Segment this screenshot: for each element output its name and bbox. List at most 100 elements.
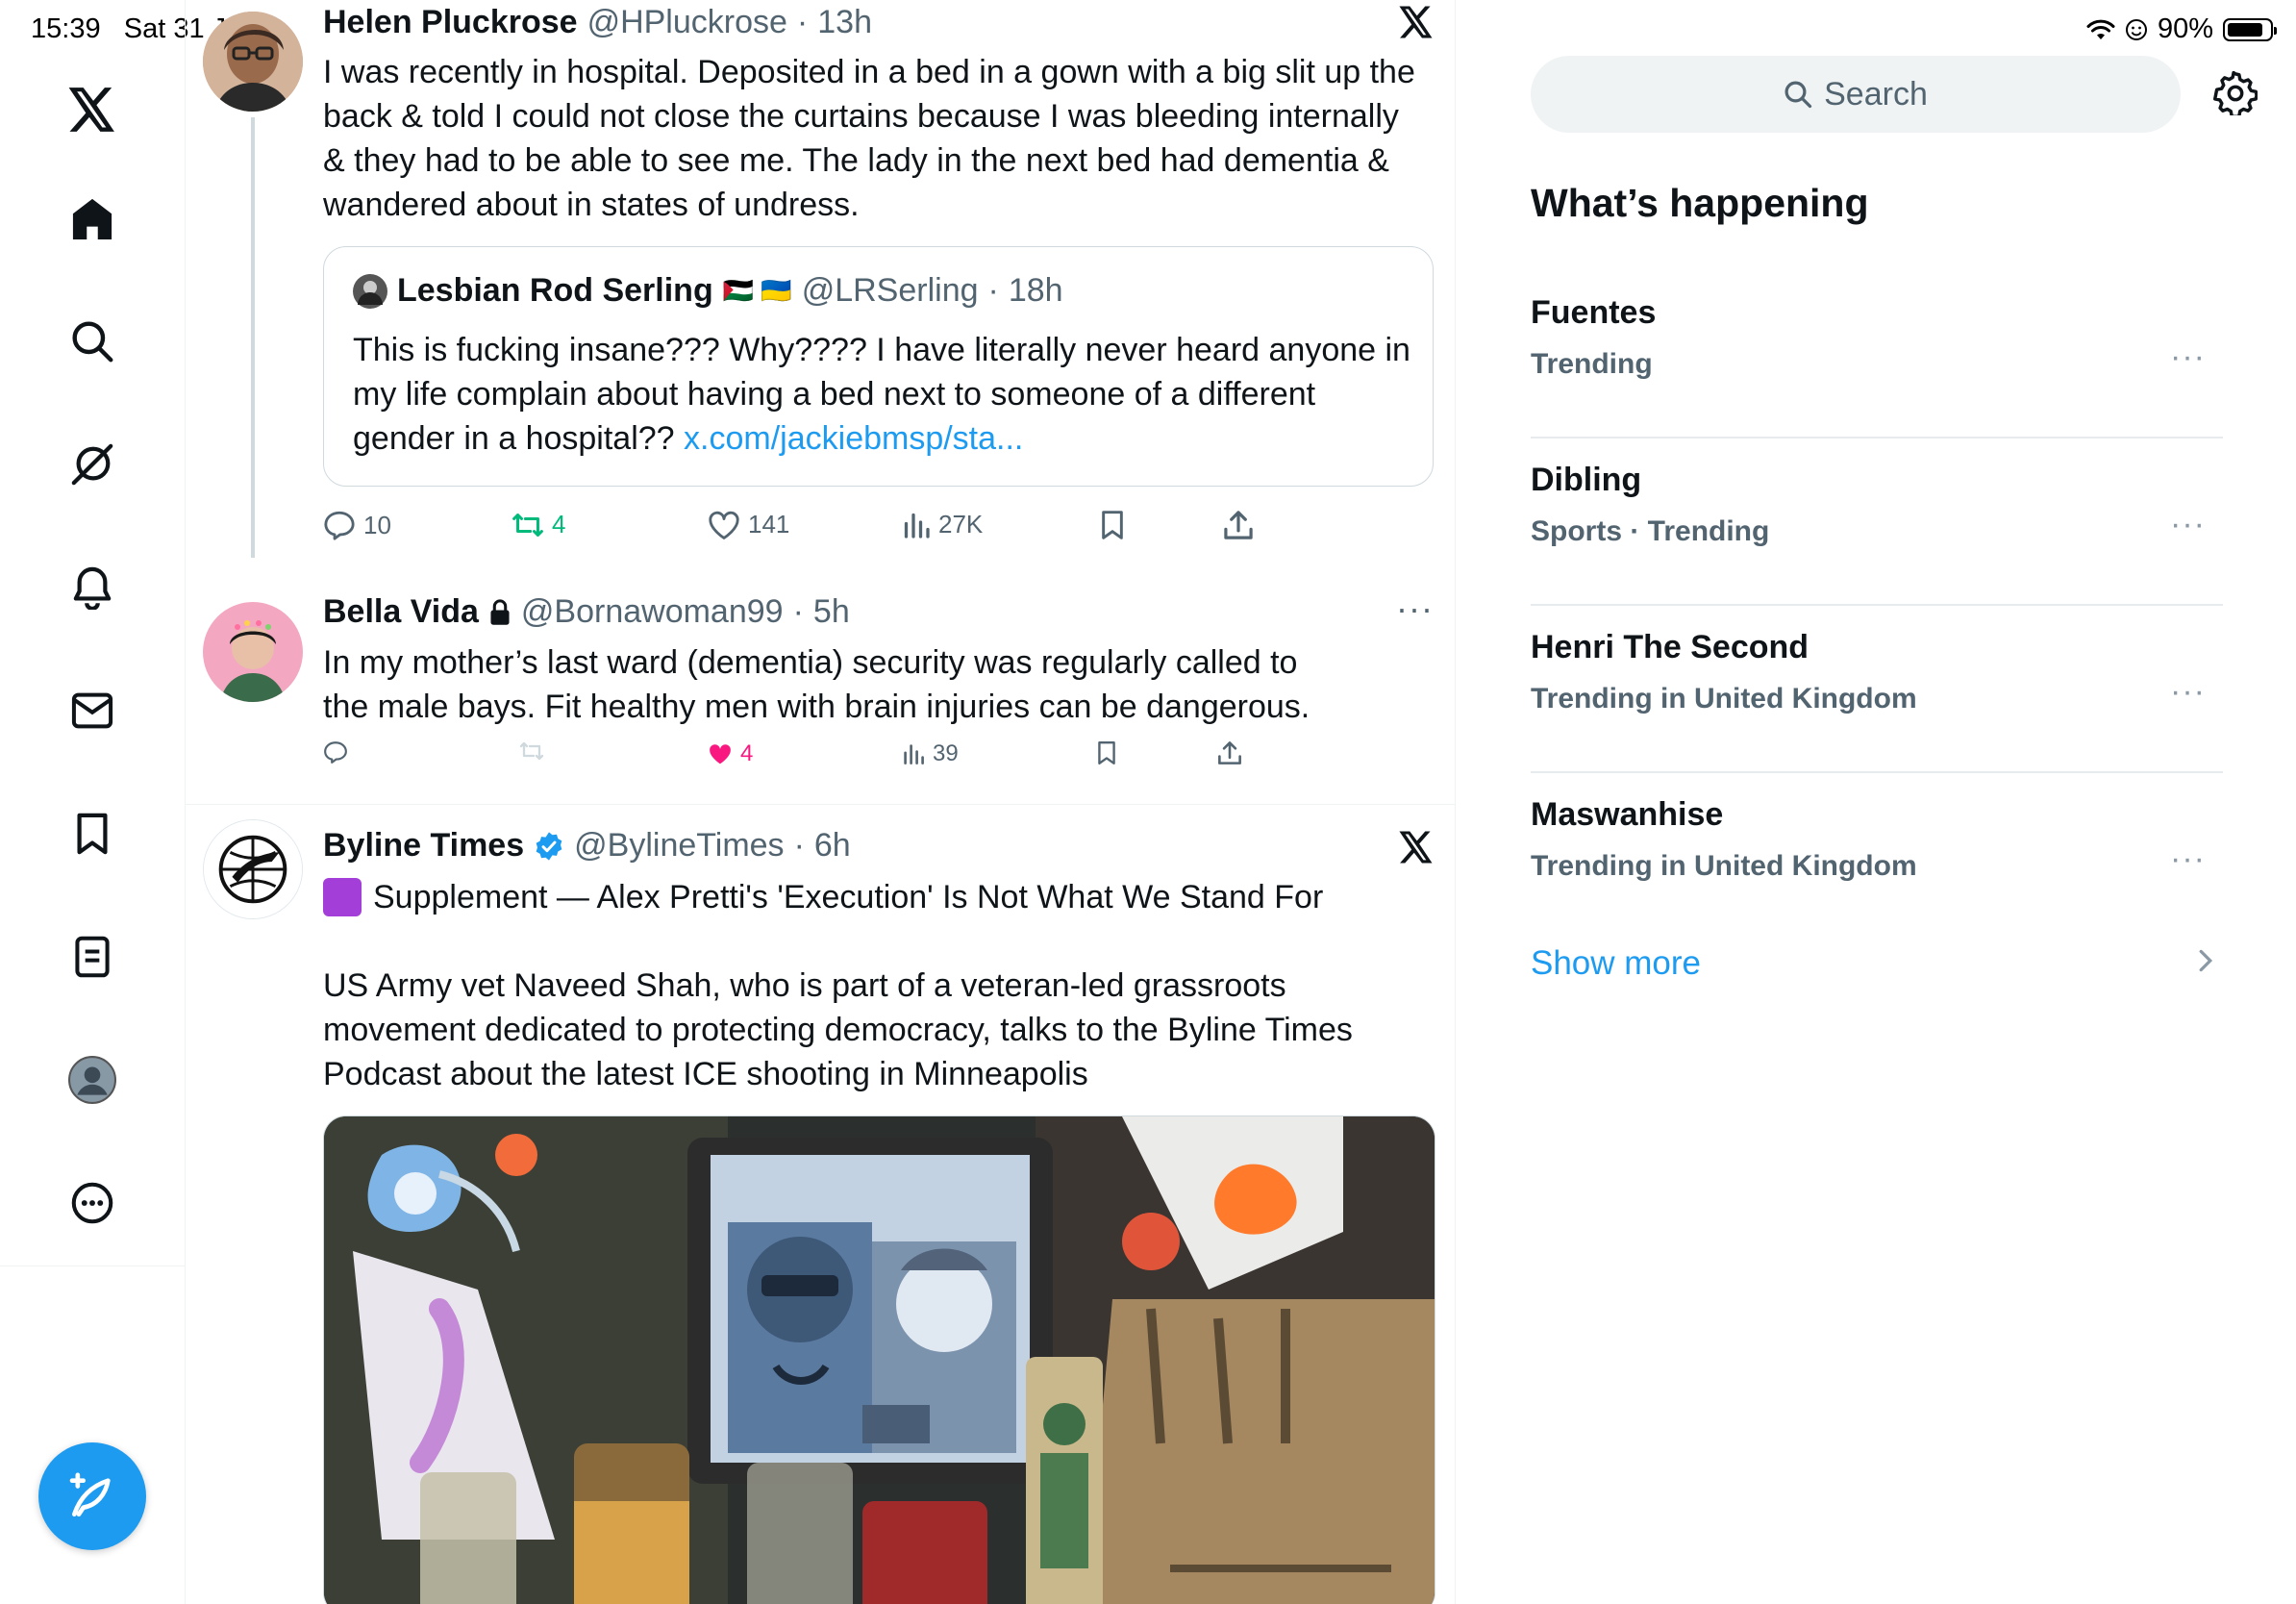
verified-badge-icon xyxy=(534,831,564,862)
trend-more-icon[interactable]: ··· xyxy=(2170,338,2206,376)
share-button[interactable] xyxy=(1223,510,1254,540)
x-logo-icon[interactable] xyxy=(1399,831,1434,864)
repost-button[interactable] xyxy=(519,740,544,762)
tweet-actions: 4 39 xyxy=(323,740,1285,779)
trend-meta: Trending in United Kingdom xyxy=(1531,850,1917,882)
bookmark-icon xyxy=(1096,740,1117,765)
trend-meta: Trending xyxy=(1531,348,1653,380)
battery-fill xyxy=(2228,22,2262,37)
search-bar[interactable]: Search xyxy=(1531,56,2181,133)
trend-item[interactable]: Dibling Sports · Trending ··· xyxy=(1531,439,2223,606)
separator-dot: · xyxy=(792,593,804,630)
x-logo-icon[interactable] xyxy=(1399,6,1434,38)
tweet-more-icon[interactable]: ··· xyxy=(1396,589,1434,629)
tweet-time[interactable]: 13h xyxy=(817,4,872,41)
author-name[interactable]: Helen Pluckrose xyxy=(323,4,578,41)
explore-search-icon[interactable] xyxy=(63,313,121,370)
views-bar-chart-icon xyxy=(902,742,925,765)
trend-meta: Trending in United Kingdom xyxy=(1531,683,1917,714)
share-button[interactable] xyxy=(1217,740,1242,765)
separator-dot: · xyxy=(796,4,809,40)
like-button[interactable]: 4 xyxy=(708,740,753,767)
battery-percent: 90% xyxy=(2157,13,2213,44)
tweet-time[interactable]: 6h xyxy=(814,827,851,865)
tweet-byline-times[interactable]: Byline Times @BylineTimes · 6h Supplemen… xyxy=(186,806,1455,1604)
chevron-right-icon[interactable] xyxy=(2198,948,2213,973)
repost-icon xyxy=(519,740,544,762)
messages-envelope-icon[interactable] xyxy=(63,682,121,739)
tweet-time[interactable]: 5h xyxy=(813,593,850,631)
timeline-feed[interactable]: Helen Pluckrose @HPluckrose · 13h I was … xyxy=(186,0,1456,1604)
views-button[interactable]: 39 xyxy=(902,740,959,767)
trend-more-icon[interactable]: ··· xyxy=(2170,506,2206,543)
trend-name: Fuentes xyxy=(1531,294,1657,331)
avatar-byline-times[interactable] xyxy=(203,819,303,919)
like-count: 141 xyxy=(748,510,790,539)
bookmarks-icon[interactable] xyxy=(63,805,121,863)
views-count: 39 xyxy=(933,740,959,766)
author-name[interactable]: Bella Vida xyxy=(323,593,479,631)
author-name[interactable]: Byline Times xyxy=(323,827,524,865)
like-button[interactable]: 141 xyxy=(708,510,789,539)
repost-button[interactable]: 4 xyxy=(512,510,565,539)
separator-dot: · xyxy=(793,827,805,864)
trend-more-icon[interactable]: ··· xyxy=(2170,840,2206,878)
tweet-text-headline: Supplement — Alex Pretti's 'Execution' I… xyxy=(373,879,1324,915)
quote-author-name[interactable]: Lesbian Rod Serling xyxy=(397,272,713,310)
bookmark-button[interactable] xyxy=(1096,740,1117,765)
tweet-actions: 10 4 141 27K xyxy=(323,510,1285,548)
author-handle[interactable]: @HPluckrose xyxy=(587,4,787,41)
author-handle[interactable]: @Bornawoman99 xyxy=(521,593,784,631)
trend-more-icon[interactable]: ··· xyxy=(2170,673,2206,711)
search-icon xyxy=(1784,80,1812,109)
compose-post-button[interactable] xyxy=(38,1442,146,1550)
trend-item[interactable]: Fuentes Trending ··· xyxy=(1531,271,2223,439)
home-icon[interactable] xyxy=(63,189,121,247)
tweet-header: Helen Pluckrose @HPluckrose · 13h xyxy=(323,4,872,41)
quote-time: 18h xyxy=(1008,272,1063,309)
reply-button[interactable]: 10 xyxy=(323,510,391,540)
reply-icon xyxy=(323,740,348,764)
quote-author-handle[interactable]: @LRSerling xyxy=(802,272,979,310)
quote-link[interactable]: x.com/jackiebmsp/sta... xyxy=(684,420,1023,457)
views-bar-chart-icon xyxy=(902,511,931,539)
quoted-tweet[interactable]: Lesbian Rod Serling 🇵🇸 🇺🇦 @LRSerling · 1… xyxy=(323,246,1434,487)
quote-avatar[interactable] xyxy=(353,273,387,309)
heart-filled-icon xyxy=(708,742,733,765)
reply-button[interactable] xyxy=(323,740,348,764)
lock-icon xyxy=(488,598,512,626)
status-indicators: 90% xyxy=(2086,13,2277,45)
avatar-bella[interactable] xyxy=(203,602,303,702)
tweet-text-line1: Supplement — Alex Pretti's 'Execution' I… xyxy=(323,875,1429,919)
trend-item[interactable]: Henri The Second Trending in United King… xyxy=(1531,606,2223,773)
repost-count: 4 xyxy=(552,510,566,539)
views-button[interactable]: 27K xyxy=(902,510,983,539)
share-upload-icon xyxy=(1217,740,1242,765)
whats-happening-title: What’s happening xyxy=(1531,181,1869,225)
trend-name: Maswanhise xyxy=(1531,796,1724,833)
profile-avatar-icon[interactable] xyxy=(63,1051,121,1109)
tweet-bella-vida[interactable]: Bella Vida @Bornawoman99 · 5h ··· In my … xyxy=(186,587,1455,805)
notifications-bell-icon[interactable] xyxy=(63,559,121,616)
quote-text: This is fucking insane??? Why???? I have… xyxy=(353,328,1410,461)
settings-gear-icon[interactable] xyxy=(2213,71,2258,115)
trend-item[interactable]: Maswanhise Trending in United Kingdom ··… xyxy=(1531,773,2223,917)
show-more-link[interactable]: Show more xyxy=(1531,944,1701,983)
quote-header: Lesbian Rod Serling 🇵🇸 🇺🇦 @LRSerling · 1… xyxy=(353,272,1063,310)
tweet-header: Bella Vida @Bornawoman99 · 5h xyxy=(323,593,850,631)
lists-icon[interactable] xyxy=(63,928,121,986)
x-logo-icon[interactable] xyxy=(63,81,121,138)
bookmark-button[interactable] xyxy=(1100,510,1125,540)
compose-feather-icon xyxy=(65,1469,119,1523)
tweet-media-image[interactable] xyxy=(323,1115,1435,1604)
thread-connector xyxy=(251,117,255,558)
views-count: 27K xyxy=(938,510,984,539)
more-options-icon[interactable] xyxy=(63,1174,121,1232)
author-handle[interactable]: @BylineTimes xyxy=(574,827,784,865)
search-placeholder: Search xyxy=(1824,75,1928,113)
trend-name: Dibling xyxy=(1531,462,1642,498)
avatar-helen[interactable] xyxy=(203,12,303,112)
heart-icon xyxy=(708,511,740,539)
grok-icon[interactable] xyxy=(63,436,121,493)
tweet-text-line2: US Army vet Naveed Shah, who is part of … xyxy=(323,967,1353,1092)
